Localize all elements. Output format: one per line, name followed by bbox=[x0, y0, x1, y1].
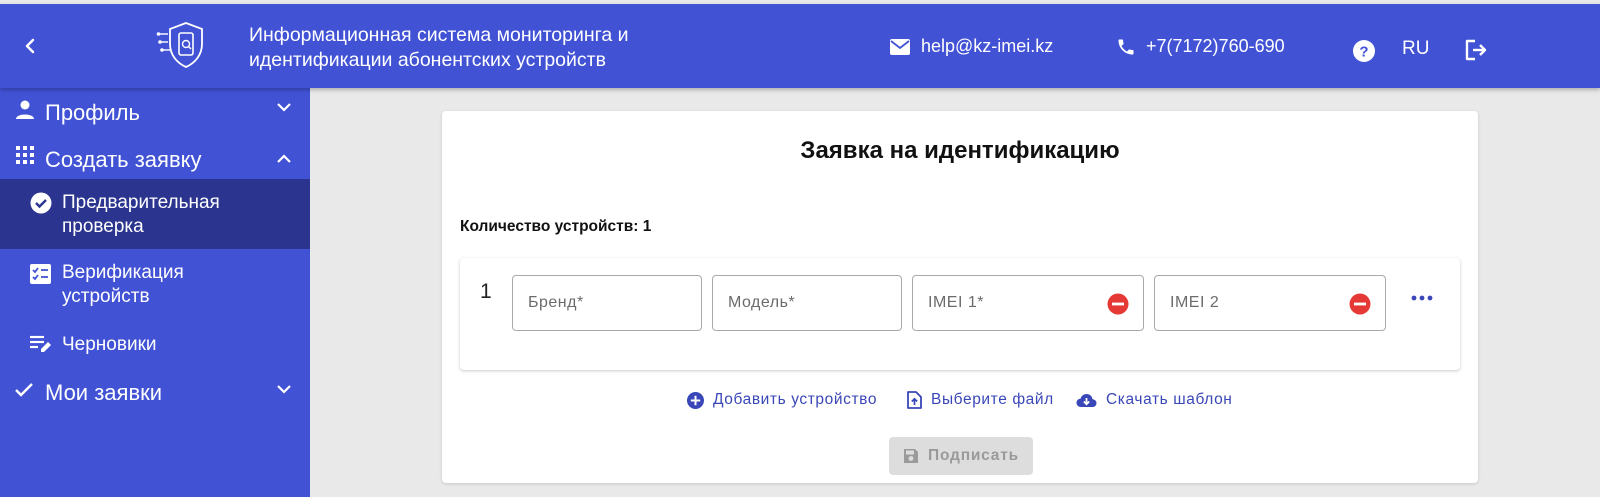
model-input[interactable] bbox=[713, 276, 901, 330]
check-icon bbox=[15, 383, 33, 397]
sidebar-item-create-request[interactable]: Создать заявку bbox=[0, 135, 310, 179]
chevron-up-icon bbox=[277, 154, 291, 163]
help-icon[interactable]: ? bbox=[1352, 39, 1376, 63]
email-contact[interactable]: help@kz-imei.kz bbox=[889, 36, 1053, 57]
imei2-field[interactable] bbox=[1154, 275, 1386, 331]
phone-text[interactable]: +7(7172)760-690 bbox=[1146, 36, 1285, 57]
identification-request-card: Заявка на идентификацию Количество устро… bbox=[442, 111, 1478, 483]
add-device-label[interactable]: Добавить устройство bbox=[713, 391, 877, 409]
app-title: Информационная система мониторинга и иде… bbox=[249, 23, 689, 73]
sidebar-item-label: Мои заявки bbox=[45, 380, 163, 405]
phone-contact[interactable]: +7(7172)760-690 bbox=[1116, 36, 1285, 57]
download-template-label[interactable]: Скачать шаблон bbox=[1106, 391, 1232, 409]
add-device-button[interactable]: Добавить устройство bbox=[687, 391, 877, 409]
sign-button[interactable]: Подписать bbox=[889, 437, 1033, 475]
sidebar-item-label-line1: Верификация bbox=[62, 262, 184, 283]
brand-field[interactable] bbox=[512, 275, 702, 331]
phone-icon bbox=[1118, 39, 1134, 54]
sidebar-item-label: Верификация устройств bbox=[62, 261, 184, 309]
download-template-button[interactable]: Скачать шаблон bbox=[1076, 391, 1232, 409]
svg-text:?: ? bbox=[1359, 44, 1368, 61]
sidebar-item-label-line1: Предварительная bbox=[62, 192, 220, 213]
sidebar-nav: Профиль Создать заявку Предварительная п… bbox=[0, 88, 310, 497]
email-text[interactable]: help@kz-imei.kz bbox=[921, 36, 1053, 57]
sidebar-item-label: Черновики bbox=[62, 334, 157, 355]
sidebar-item-device-verification[interactable]: Верификация устройств bbox=[0, 249, 310, 321]
mail-icon bbox=[890, 38, 910, 55]
choose-file-button[interactable]: Выберите файл bbox=[907, 391, 1054, 409]
app-title-line2: идентификации абонентских устройств bbox=[249, 49, 606, 71]
app-title-line1: Информационная система мониторинга и bbox=[249, 24, 629, 46]
shield-phone-logo bbox=[156, 22, 203, 68]
remove-circle-icon[interactable] bbox=[1349, 293, 1371, 315]
remove-circle-icon[interactable] bbox=[1107, 293, 1129, 315]
cloud-download-icon bbox=[1076, 393, 1097, 407]
chevron-down-icon bbox=[277, 385, 291, 394]
top-app-bar: Информационная система мониторинга и иде… bbox=[0, 4, 1600, 88]
chevron-left-icon[interactable] bbox=[18, 34, 42, 58]
person-icon bbox=[16, 100, 34, 119]
file-upload-icon bbox=[907, 391, 922, 409]
sign-button-label: Подписать bbox=[928, 447, 1019, 464]
save-icon bbox=[904, 449, 919, 463]
sidebar-item-label: Предварительная проверка bbox=[62, 191, 220, 239]
page-title: Заявка на идентификацию bbox=[800, 137, 1120, 164]
grid-icon bbox=[16, 146, 34, 164]
choose-file-label[interactable]: Выберите файл bbox=[931, 391, 1054, 409]
model-field[interactable] bbox=[712, 275, 902, 331]
device-row: 1 bbox=[460, 258, 1460, 370]
sidebar-item-label-line2: проверка bbox=[62, 216, 144, 237]
sidebar-item-profile[interactable]: Профиль bbox=[0, 88, 310, 133]
sidebar-item-label-line2: устройств bbox=[62, 286, 150, 307]
sidebar-item-label: Профиль bbox=[45, 100, 140, 125]
check-circle-icon bbox=[30, 192, 52, 214]
device-row-number: 1 bbox=[480, 280, 492, 303]
sidebar-item-label: Создать заявку bbox=[45, 147, 202, 172]
imei1-field[interactable] bbox=[912, 275, 1144, 331]
logout-icon[interactable] bbox=[1463, 37, 1489, 63]
more-horizontal-icon[interactable] bbox=[1410, 292, 1434, 304]
chevron-down-icon bbox=[277, 103, 291, 112]
edit-list-icon bbox=[30, 335, 51, 352]
brand-input[interactable] bbox=[513, 276, 701, 330]
device-count: Количество устройств: 1 bbox=[460, 218, 652, 235]
checklist-icon bbox=[30, 264, 51, 284]
sidebar-item-my-requests[interactable]: Мои заявки bbox=[0, 369, 310, 417]
language-selector[interactable]: RU bbox=[1402, 38, 1429, 60]
sidebar-item-preliminary-check[interactable]: Предварительная проверка bbox=[0, 179, 310, 249]
sidebar-item-drafts[interactable]: Черновики bbox=[0, 321, 310, 365]
add-circle-icon bbox=[687, 391, 704, 409]
